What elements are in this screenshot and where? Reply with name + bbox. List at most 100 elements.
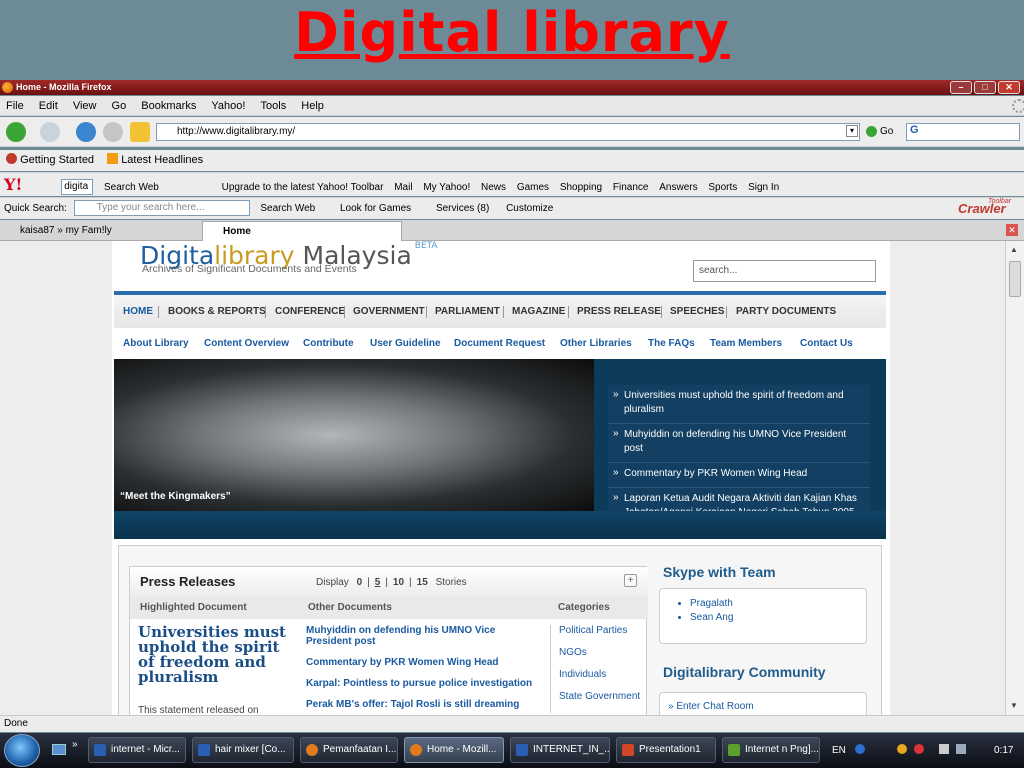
hero-headline[interactable]: Universities must uphold the spirit of f… — [608, 385, 870, 424]
nav-parliament[interactable]: PARLIAMENT — [435, 295, 500, 328]
show-desktop-icon[interactable] — [52, 744, 66, 755]
display-option-0[interactable]: 0 — [357, 577, 363, 588]
enter-chat-room-link[interactable]: » Enter Chat Room — [668, 701, 754, 712]
scroll-down-icon[interactable]: ▼ — [1010, 701, 1018, 710]
other-document-link[interactable]: Karpal: Pointless to pursue police inves… — [306, 678, 542, 689]
subnav-about-library[interactable]: About Library — [123, 329, 189, 359]
yahoo-games[interactable]: Games — [517, 182, 549, 193]
yahoo-search-web[interactable]: Search Web — [104, 182, 159, 193]
category-link[interactable]: State Government — [559, 691, 646, 703]
nav-government[interactable]: GOVERNMENT — [353, 295, 425, 328]
yahoo-upgrade[interactable]: Upgrade to the latest Yahoo! Toolbar — [222, 182, 384, 193]
vertical-scrollbar[interactable]: ▲ ▼ — [1005, 241, 1024, 715]
subnav-faqs[interactable]: The FAQs — [648, 329, 695, 359]
address-bar[interactable]: http://www.digitalibrary.my/ — [156, 123, 860, 141]
skype-member-link[interactable]: Sean Ang — [690, 611, 866, 625]
menu-help[interactable]: Help — [301, 100, 324, 112]
menu-file[interactable]: File — [6, 100, 24, 112]
taskbar-item-presentation1[interactable]: Presentation1 — [616, 737, 716, 763]
taskbar-item-internet-in[interactable]: INTERNET_IN_... — [510, 737, 610, 763]
scroll-up-icon[interactable]: ▲ — [1010, 245, 1018, 254]
menu-go[interactable]: Go — [112, 100, 127, 112]
site-search-input[interactable]: search... — [693, 260, 876, 282]
yahoo-shopping[interactable]: Shopping — [560, 182, 602, 193]
subnav-team-members[interactable]: Team Members — [710, 329, 782, 359]
yahoo-logo[interactable]: Y! — [4, 175, 22, 194]
other-document-link[interactable]: Muhyiddin on defending his UMNO Vice Pre… — [306, 625, 542, 647]
close-tab-icon[interactable]: ✕ — [1006, 224, 1018, 236]
stop-icon[interactable] — [103, 122, 123, 142]
subnav-contribute[interactable]: Contribute — [303, 329, 354, 359]
forward-arrow-icon[interactable] — [40, 122, 60, 142]
language-indicator[interactable]: EN — [832, 745, 846, 756]
subnav-contact-us[interactable]: Contact Us — [800, 329, 853, 359]
subnav-other-libraries[interactable]: Other Libraries — [560, 329, 632, 359]
clock[interactable]: 0:17 — [994, 733, 1013, 768]
minimize-button[interactable]: – — [950, 81, 972, 94]
bookmark-getting-started[interactable]: Getting Started — [20, 154, 94, 166]
yahoo-sign-in[interactable]: Sign In — [748, 182, 779, 193]
other-document-link[interactable]: Perak MB's offer: Tajol Rosli is still d… — [306, 699, 542, 710]
nav-press-release[interactable]: PRESS RELEASE — [577, 295, 661, 328]
quick-search-web[interactable]: Search Web — [260, 203, 315, 214]
customize-button[interactable]: Customize — [506, 203, 553, 214]
volume-icon[interactable] — [955, 744, 966, 754]
taskbar-item-internet-png[interactable]: Internet n Png]... — [722, 737, 820, 763]
taskbar-item-home-firefox[interactable]: Home - Mozill... — [404, 737, 504, 763]
nav-conference[interactable]: CONFERENCE — [275, 295, 345, 328]
yahoo-search-field[interactable]: digita — [61, 179, 94, 196]
quick-search-input[interactable]: Type your search here... — [73, 200, 250, 217]
yahoo-finance[interactable]: Finance — [613, 182, 649, 193]
chrome-icon[interactable] — [897, 744, 908, 754]
menu-yahoo[interactable]: Yahoo! — [211, 100, 245, 112]
network-icon[interactable] — [939, 744, 950, 754]
expand-icon[interactable]: + — [624, 574, 637, 587]
nav-magazine[interactable]: MAGAZINE — [512, 295, 565, 328]
search-engine-box[interactable]: G — [906, 123, 1020, 141]
hero-headline[interactable]: Muhyiddin on defending his UMNO Vice Pre… — [608, 424, 870, 463]
reload-icon[interactable] — [76, 122, 96, 142]
taskbar-item-pemanfaatan[interactable]: Pemanfaatan I... — [300, 737, 398, 763]
subnav-document-request[interactable]: Document Request — [454, 329, 545, 359]
kingmaker-portrait-image[interactable] — [114, 359, 594, 511]
antivirus-icon[interactable] — [914, 744, 925, 754]
help-icon[interactable] — [854, 744, 865, 754]
menu-edit[interactable]: Edit — [39, 100, 58, 112]
look-for-games[interactable]: Look for Games — [340, 203, 411, 214]
subnav-content-overview[interactable]: Content Overview — [204, 329, 289, 359]
tab-my-family[interactable]: kaisa87 » my Fam!ly — [0, 221, 200, 241]
menu-bookmarks[interactable]: Bookmarks — [141, 100, 196, 112]
scrollbar-thumb[interactable] — [1009, 261, 1021, 297]
highlighted-document-title[interactable]: Universities must uphold the spirit of f… — [138, 625, 298, 685]
subnav-user-guideline[interactable]: User Guideline — [370, 329, 441, 359]
menu-tools[interactable]: Tools — [261, 100, 287, 112]
yahoo-my-yahoo[interactable]: My Yahoo! — [423, 182, 470, 193]
home-icon[interactable] — [130, 122, 150, 142]
taskbar-item-hair-mixer[interactable]: hair mixer [Co... — [192, 737, 294, 763]
tab-home[interactable]: Home — [202, 221, 402, 241]
category-link[interactable]: Individuals — [559, 669, 646, 681]
taskbar-item-word[interactable]: internet - Micr... — [88, 737, 186, 763]
display-option-15[interactable]: 15 — [417, 577, 428, 588]
category-link[interactable]: NGOs — [559, 647, 646, 659]
hero-headline[interactable]: Commentary by PKR Women Wing Head — [608, 463, 870, 488]
go-button[interactable]: Go — [866, 123, 902, 141]
category-link[interactable]: Political Parties — [559, 625, 646, 637]
yahoo-news[interactable]: News — [481, 182, 506, 193]
start-orb-icon[interactable] — [4, 734, 40, 767]
quick-launch-more-icon[interactable]: » — [72, 739, 78, 750]
yahoo-answers[interactable]: Answers — [659, 182, 697, 193]
url-dropdown-icon[interactable]: ▾ — [846, 125, 858, 137]
display-option-10[interactable]: 10 — [393, 577, 404, 588]
services-menu[interactable]: Services (8) — [436, 203, 489, 214]
other-document-link[interactable]: Commentary by PKR Women Wing Head — [306, 657, 542, 668]
maximize-button[interactable]: □ — [974, 81, 996, 94]
yahoo-sports[interactable]: Sports — [708, 182, 737, 193]
nav-home[interactable]: HOME — [123, 295, 153, 328]
close-window-button[interactable]: ✕ — [998, 81, 1020, 94]
menu-view[interactable]: View — [73, 100, 97, 112]
yahoo-mail[interactable]: Mail — [394, 182, 412, 193]
skype-member-link[interactable]: Pragalath — [690, 597, 866, 611]
nav-books-reports[interactable]: BOOKS & REPORTS — [168, 295, 266, 328]
display-option-5[interactable]: 5 — [375, 577, 381, 588]
